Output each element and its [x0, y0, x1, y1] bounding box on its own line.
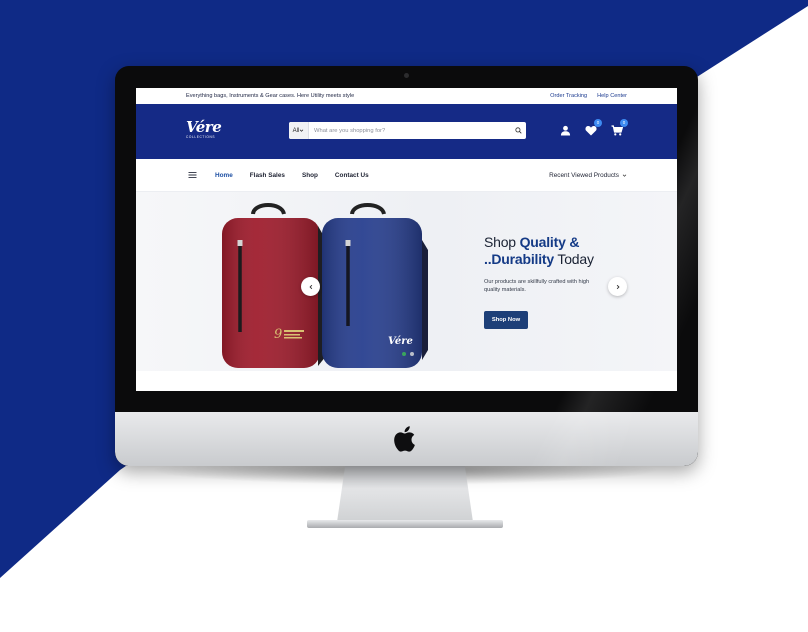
nav-item-home[interactable]: Home	[215, 172, 233, 179]
slider-dots	[402, 352, 414, 356]
promo-canvas: Everything bags, Instruments & Gear case…	[0, 0, 808, 632]
recent-viewed-dropdown[interactable]: Recent Viewed Products	[549, 172, 627, 179]
tagline: Everything bags, Instruments & Gear case…	[186, 93, 355, 99]
search-category-select[interactable]: All	[289, 122, 309, 139]
order-tracking-link[interactable]: Order Tracking	[550, 93, 587, 99]
chevron-right-icon	[616, 284, 620, 289]
search-icon	[514, 127, 522, 134]
search-category-value: All	[292, 127, 300, 134]
nav-item-contact-us[interactable]: Contact Us	[335, 172, 369, 179]
search-button[interactable]	[510, 122, 526, 139]
website-screen: Everything bags, Instruments & Gear case…	[136, 88, 677, 391]
search-bar: All	[289, 122, 526, 139]
camera-dot	[404, 73, 409, 78]
cart-button[interactable]: 0	[610, 119, 628, 137]
search-input[interactable]	[309, 123, 510, 138]
nav-item-shop[interactable]: Shop	[302, 172, 318, 179]
logo-wordmark: Vére	[186, 118, 222, 136]
hero-heading: Shop Quality & ..Durability Today	[484, 234, 594, 268]
monitor-stand-base	[307, 520, 503, 528]
site-header: Vére COLLECTIONS All 0	[136, 104, 677, 159]
cart-count-badge: 0	[620, 119, 628, 127]
announcement-bar: Everything bags, Instruments & Gear case…	[136, 88, 677, 104]
hero-title-word-2: Today	[557, 251, 594, 267]
svg-text:9: 9	[274, 327, 282, 342]
hero-description: Our products are skillfully crafted with…	[484, 279, 590, 293]
hero-slider: 9 Vére Shop Quality & ..Durability Today…	[136, 192, 677, 371]
shop-now-button[interactable]: Shop Now	[484, 311, 528, 329]
account-button[interactable]	[558, 123, 572, 137]
bag-logo: Vére	[388, 336, 413, 347]
header-actions: 0 0	[558, 119, 628, 137]
user-icon	[560, 125, 570, 136]
page-content-below	[136, 371, 677, 391]
slider-dot-1[interactable]	[402, 352, 406, 356]
slider-dot-2[interactable]	[410, 352, 414, 356]
hamburger-menu-icon[interactable]	[188, 172, 197, 178]
nav-item-flash-sales[interactable]: Flash Sales	[250, 172, 285, 179]
hero-title-highlight: Quality &	[519, 234, 580, 250]
wishlist-count-badge: 0	[594, 119, 602, 127]
monitor-chin	[115, 412, 698, 466]
topbar-links: Order Tracking Help Center	[550, 93, 627, 99]
chevron-left-icon	[308, 284, 312, 289]
hero-title-highlight-2: ..Durability	[484, 251, 554, 267]
monitor-stand	[337, 466, 473, 522]
chevron-down-icon	[300, 129, 304, 132]
main-navigation: Home Flash Sales Shop Contact Us Recent …	[136, 159, 677, 192]
site-logo[interactable]: Vére COLLECTIONS	[186, 118, 222, 140]
apple-logo-icon	[394, 426, 415, 452]
hero-title-word: Shop	[484, 234, 516, 250]
slider-next-button[interactable]	[608, 277, 627, 296]
slider-prev-button[interactable]	[301, 277, 320, 296]
recent-viewed-label: Recent Viewed Products	[549, 171, 619, 179]
chevron-down-icon	[622, 174, 627, 177]
wishlist-button[interactable]: 0	[584, 119, 602, 137]
help-center-link[interactable]: Help Center	[597, 93, 627, 99]
